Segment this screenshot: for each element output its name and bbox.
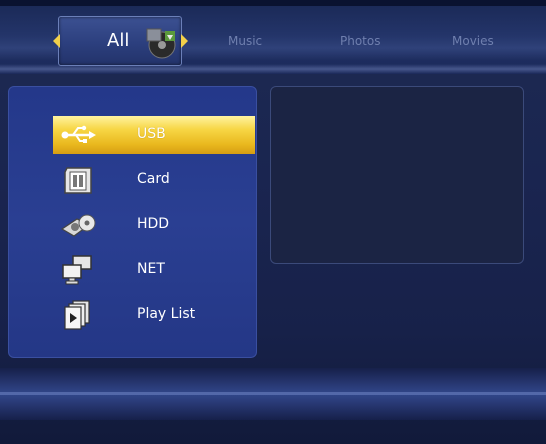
source-label-card: Card [137,171,170,187]
source-item-card[interactable]: Card [53,161,255,199]
source-item-usb[interactable]: USB [53,116,255,154]
arrow-left-icon[interactable] [53,34,60,48]
media-all-icon [146,28,176,59]
usb-icon [61,125,96,143]
source-label-usb: USB [137,126,166,142]
tab-all-label: All [107,30,130,51]
source-label-net: NET [137,261,165,277]
tab-movies[interactable]: Movies [452,34,494,48]
tab-music[interactable]: Music [228,34,262,48]
tab-all[interactable]: All [53,16,188,66]
memory-card-icon [64,167,92,194]
arrow-right-icon[interactable] [181,34,188,48]
preview-panel [270,86,524,264]
source-label-play-list: Play List [137,306,196,322]
source-item-net[interactable]: NET [53,251,255,289]
tab-photos[interactable]: Photos [340,34,380,48]
source-item-play-list[interactable]: Play List [53,296,255,334]
playlist-icon [64,300,90,330]
bottom-line [0,392,546,395]
source-item-hdd[interactable]: HDD [53,206,255,244]
source-label-hdd: HDD [137,216,170,232]
media-player-screen: All Music Photos Movies USB Card HDD NET… [0,0,546,444]
source-list-panel: USB Card HDD NET Play List [8,86,257,358]
hard-disk-icon [60,214,96,237]
network-icon [62,255,92,285]
